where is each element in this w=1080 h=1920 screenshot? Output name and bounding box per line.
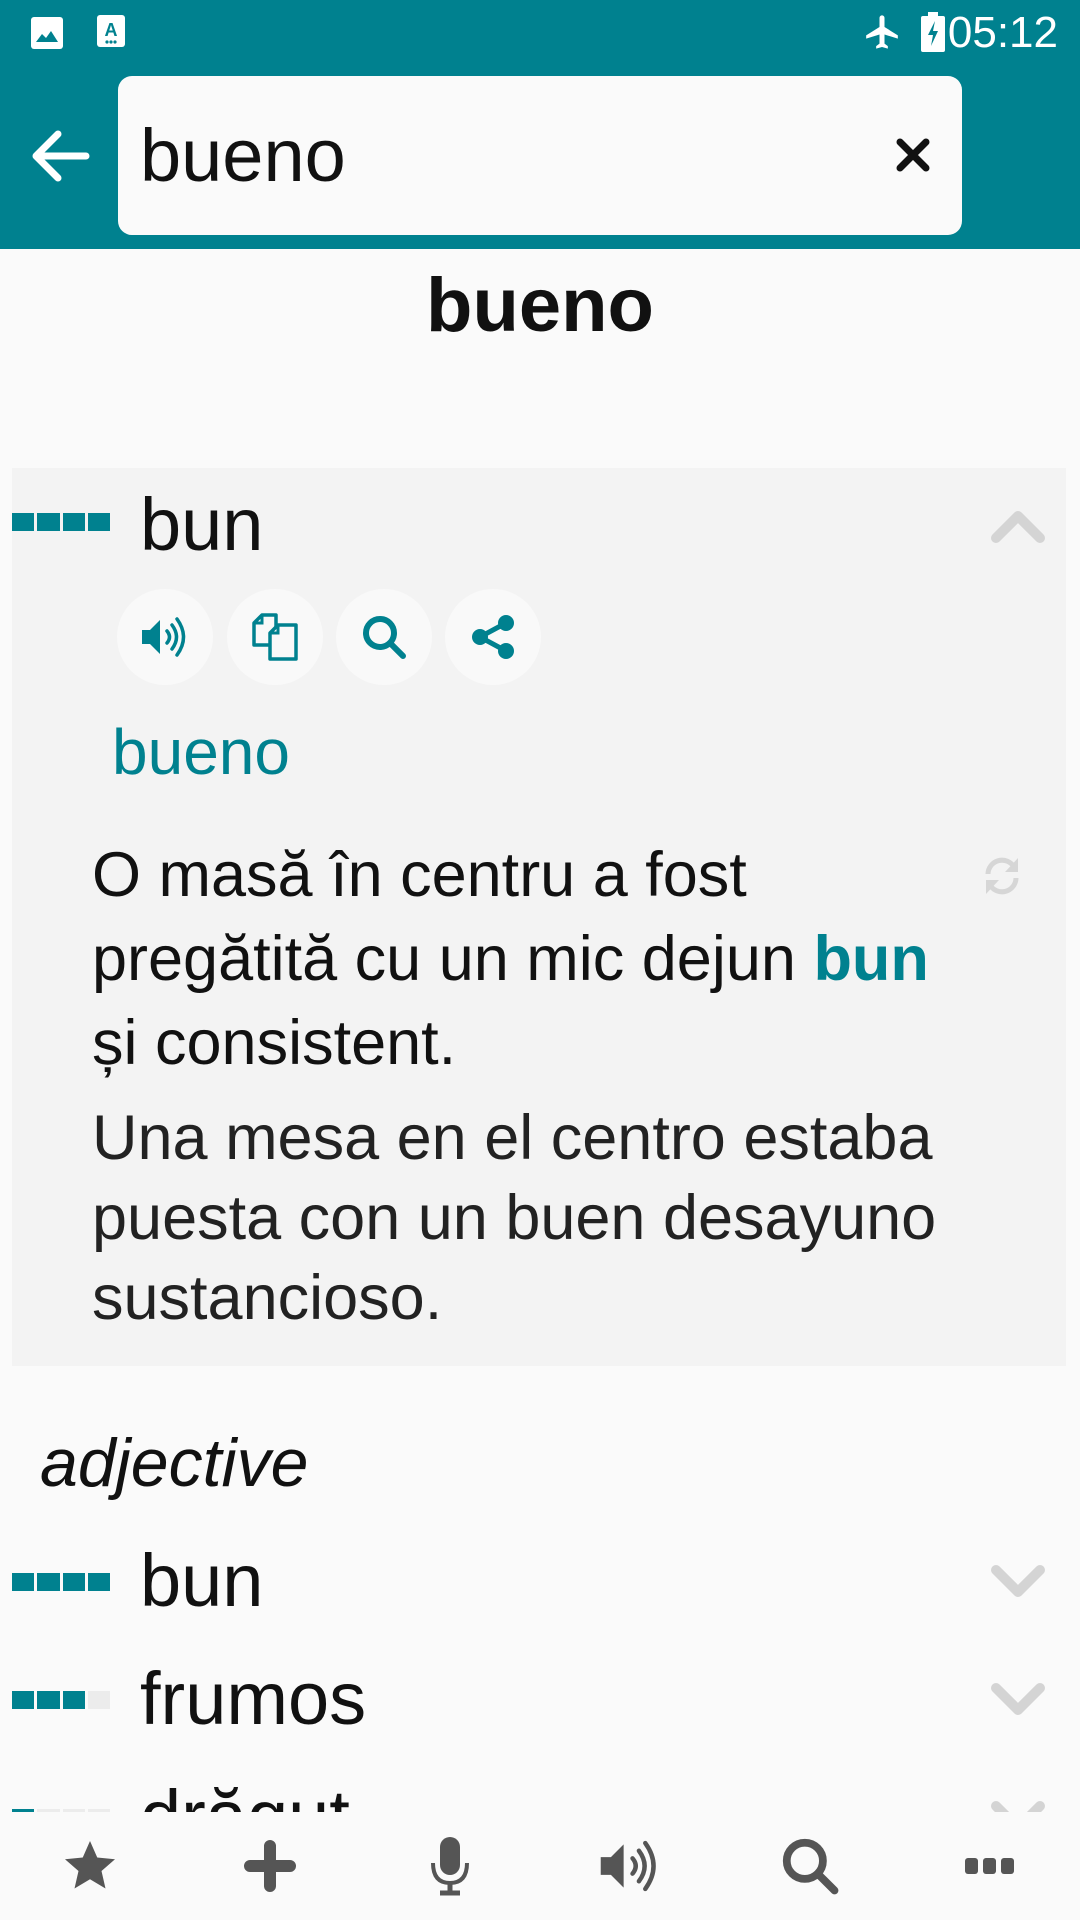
example-text: O masă în centru a fost pregătită cu un … [92, 840, 814, 994]
search-icon [782, 1838, 839, 1895]
translation-word: drăguț [140, 1772, 350, 1812]
frequency-segment-filled [87, 513, 110, 531]
translation-word: bun [140, 1539, 264, 1622]
back-arrow-icon[interactable] [24, 120, 96, 192]
voice-input-button[interactable] [410, 1826, 490, 1906]
frequency-segment-filled [12, 1691, 35, 1709]
translation-word: frumos [140, 1657, 367, 1740]
frequency-segment-filled [12, 1573, 35, 1591]
frequency-segment-filled [62, 1573, 85, 1591]
search-button[interactable] [770, 1826, 850, 1906]
frequency-segment-filled [87, 1573, 110, 1591]
speak-button[interactable] [117, 589, 213, 685]
share-button[interactable] [445, 589, 541, 685]
copy-icon [252, 613, 298, 661]
chevron-down-icon[interactable] [990, 1682, 1046, 1718]
translation-list: bun frumos drăguț [0, 1520, 1080, 1812]
speaker-icon [600, 1840, 656, 1892]
example-text: și consistent. [92, 1008, 457, 1078]
speak-button[interactable] [590, 1826, 670, 1906]
list-item[interactable]: bun [0, 1520, 1080, 1638]
more-button[interactable] [950, 1826, 1030, 1906]
search-word-button[interactable] [336, 589, 432, 685]
expanded-translation-card: bun bueno O masă în centru a fost pregăt… [12, 468, 1066, 1366]
keyboard-notification-icon: A [97, 15, 125, 47]
status-time: 05:12 [947, 8, 1058, 57]
plus-icon [244, 1840, 296, 1892]
chevron-down-icon[interactable] [990, 1564, 1046, 1600]
image-notification-icon [31, 17, 63, 49]
translation-word[interactable]: bun [140, 480, 263, 570]
frequency-bar [12, 513, 110, 531]
list-item[interactable]: drăguț [0, 1756, 1080, 1812]
battery-charging-icon [921, 12, 945, 52]
list-item[interactable]: frumos [0, 1638, 1080, 1756]
example-highlight: bun [813, 924, 929, 994]
add-button[interactable] [230, 1826, 310, 1906]
speaker-icon [142, 617, 186, 657]
frequency-segment-empty [87, 1691, 110, 1709]
airplane-mode-icon [866, 15, 898, 49]
search-input[interactable] [140, 76, 840, 235]
entry-title: bueno [426, 263, 654, 348]
favorites-button[interactable] [50, 1826, 130, 1906]
chevron-up-icon[interactable] [990, 508, 1046, 544]
frequency-segment-filled [62, 513, 85, 531]
refresh-example-icon[interactable] [980, 854, 1024, 898]
part-of-speech-label: adjective [40, 1425, 309, 1501]
svg-text:A: A [105, 20, 118, 40]
frequency-segment-filled [37, 1691, 60, 1709]
frequency-segment-filled [37, 1573, 60, 1591]
example-sentence-spanish: Una mesa en el centro estaba puesta con … [92, 1103, 937, 1333]
copy-button[interactable] [227, 589, 323, 685]
search-icon [363, 616, 406, 659]
close-icon[interactable] [890, 132, 936, 178]
frequency-segment-filled [12, 513, 35, 531]
star-icon [65, 1841, 115, 1889]
frequency-bar [12, 1691, 110, 1709]
frequency-bar [12, 1573, 110, 1591]
share-icon [472, 615, 514, 659]
app-header: A 05:12 [0, 0, 1080, 249]
more-icon [965, 1858, 1014, 1874]
source-word-link[interactable]: bueno [112, 712, 290, 792]
search-box [118, 76, 962, 235]
frequency-segment-filled [37, 513, 60, 531]
frequency-segment-filled [62, 1691, 85, 1709]
example-sentence-romanian: O masă în centru a fost pregătită cu un … [92, 833, 932, 1085]
microphone-icon [431, 1837, 469, 1896]
bottom-toolbar [0, 1812, 1080, 1920]
chevron-down-icon[interactable] [990, 1800, 1046, 1812]
